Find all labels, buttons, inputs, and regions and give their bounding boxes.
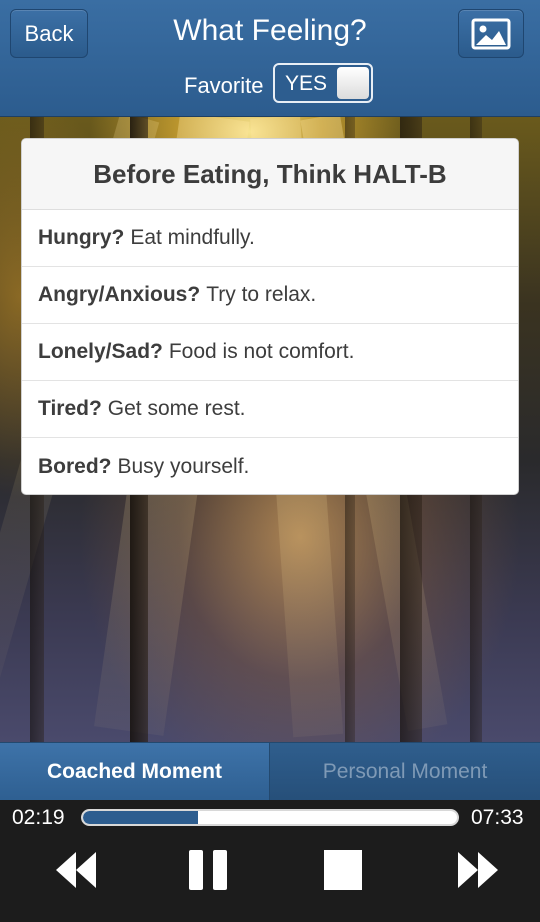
tab-coached-moment[interactable]: Coached Moment [0, 743, 270, 801]
app-screen: Back What Feeling? Favorite YES Before E… [0, 0, 540, 922]
progress-bar[interactable] [81, 809, 459, 826]
moment-tabs: Coached Moment Personal Moment [0, 742, 540, 801]
item-advice: Get some rest. [107, 397, 246, 420]
list-item: Lonely/Sad? Food is not comfort. [22, 324, 518, 381]
pause-icon [189, 850, 227, 890]
favorite-toggle-text: YES [285, 72, 328, 95]
list-item: Bored? Busy yourself. [22, 438, 518, 494]
toggle-knob [337, 67, 369, 99]
list-item: Angry/Anxious? Try to relax. [22, 267, 518, 324]
rewind-button[interactable] [54, 848, 98, 892]
item-question: Angry/Anxious? [38, 283, 201, 306]
list-item: Hungry? Eat mindfully. [22, 210, 518, 267]
item-advice: Busy yourself. [117, 454, 250, 478]
item-advice: Eat mindfully. [130, 226, 255, 249]
item-advice: Try to relax. [206, 283, 317, 306]
header-bar: Back What Feeling? Favorite YES [0, 0, 540, 117]
stop-button[interactable] [321, 848, 365, 892]
stop-icon [324, 850, 362, 890]
card-title: Before Eating, Think HALT-B [22, 139, 518, 210]
fast-forward-button[interactable] [456, 848, 500, 892]
item-question: Bored? [38, 454, 112, 478]
halt-card: Before Eating, Think HALT-B Hungry? Eat … [21, 138, 519, 495]
fast-forward-icon [458, 852, 498, 888]
favorite-label: Favorite [184, 73, 264, 98]
page-title: What Feeling? [173, 14, 367, 47]
tab-personal-moment[interactable]: Personal Moment [270, 743, 540, 801]
rewind-icon [56, 852, 96, 888]
item-question: Tired? [38, 397, 102, 420]
image-button[interactable] [458, 9, 524, 58]
list-item: Tired? Get some rest. [22, 381, 518, 438]
pause-button[interactable] [186, 848, 230, 892]
favorite-toggle[interactable]: YES [273, 63, 373, 103]
total-time: 07:33 [471, 806, 524, 829]
item-question: Hungry? [38, 226, 125, 249]
elapsed-time: 02:19 [12, 806, 65, 829]
progress-fill [83, 811, 198, 824]
item-advice: Food is not comfort. [168, 340, 355, 363]
image-icon [471, 18, 511, 49]
back-button[interactable]: Back [10, 9, 88, 58]
item-question: Lonely/Sad? [38, 340, 163, 363]
